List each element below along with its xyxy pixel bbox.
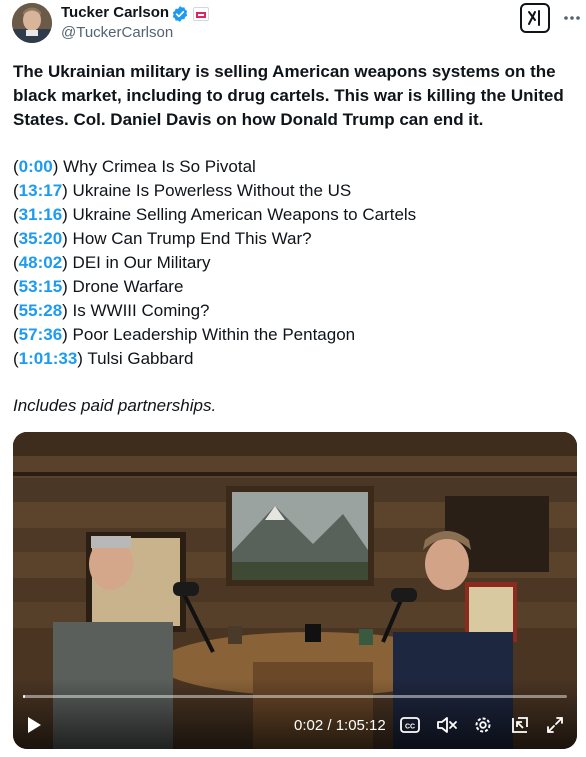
chapter-title: DEI in Our Military [72,253,211,272]
chapter-timestamp-link[interactable]: 31:16 [19,205,62,224]
chapter-title: Drone Warfare [72,277,184,296]
chapter-item: (57:36) Poor Leadership Within the Penta… [13,325,356,344]
tweet: Tucker Carlson @TuckerCarlson The Ukrain… [0,0,586,757]
mute-button[interactable] [436,714,458,736]
chapter-item: (0:00) Why Crimea Is So Pivotal [13,157,256,176]
chapter-timestamp-link[interactable]: 55:28 [19,301,62,320]
progress-fill [23,695,26,698]
chapter-item: (13:17) Ukraine Is Powerless Without the… [13,181,352,200]
pip-button[interactable] [509,714,531,736]
paid-partnership-disclosure: Includes paid partnerships. [13,396,217,415]
settings-icon [475,717,491,733]
chapter-timestamp-link[interactable]: 48:02 [19,253,62,272]
chapter-timestamp-link[interactable]: 1:01:33 [19,349,78,368]
mute-icon [437,717,457,733]
grok-icon [528,10,540,26]
chapter-timestamp-link[interactable]: 0:00 [19,157,53,176]
chapter-title: Is WWIII Coming? [72,301,210,320]
verified-badge-icon [171,5,189,23]
video-player[interactable]: 0:02 / 1:05:12 CC [13,432,577,749]
chapter-list: (0:00) Why Crimea Is So Pivotal (13:17) … [13,155,573,371]
grok-button[interactable] [520,3,550,33]
chapter-item: (53:15) Drone Warfare [13,277,184,296]
progress-bar[interactable] [23,695,567,698]
play-button[interactable] [23,714,45,736]
chapter-title: Ukraine Is Powerless Without the US [72,181,352,200]
chapter-title: Ukraine Selling American Weapons to Cart… [72,205,417,224]
play-icon [28,717,41,733]
chapter-timestamp-link[interactable]: 13:17 [19,181,62,200]
chapter-item: (31:16) Ukraine Selling American Weapons… [13,205,417,224]
svg-text:CC: CC [405,724,415,731]
chapter-title: Tulsi Gabbard [87,349,194,368]
video-time-readout: 0:02 / 1:05:12 [294,717,386,734]
chapter-timestamp-link[interactable]: 57:36 [19,325,62,344]
affiliate-badge-icon[interactable] [193,7,209,21]
chapter-timestamp-link[interactable]: 35:20 [19,229,62,248]
author-handle[interactable]: @TuckerCarlson [61,24,173,41]
more-options-icon [564,16,580,20]
chapter-title: How Can Trump End This War? [72,229,312,248]
chapter-item: (35:20) How Can Trump End This War? [13,229,312,248]
chapter-item: (55:28) Is WWIII Coming? [13,301,210,320]
settings-button[interactable] [472,714,494,736]
author-name[interactable]: Tucker Carlson [61,4,169,21]
chapter-title: Why Crimea Is So Pivotal [63,157,256,176]
chapter-timestamp-link[interactable]: 53:15 [19,277,62,296]
fullscreen-button[interactable] [544,714,566,736]
chapter-title: Poor Leadership Within the Pentagon [72,325,356,344]
avatar[interactable] [12,3,52,43]
fullscreen-icon [547,717,563,733]
more-options-button[interactable] [562,8,582,28]
post-headline: The Ukrainian military is selling Americ… [13,62,564,129]
captions-button[interactable]: CC [399,714,421,736]
chapter-item: (1:01:33) Tulsi Gabbard [13,349,194,368]
chapter-item: (48:02) DEI in Our Military [13,253,211,272]
captions-icon: CC [400,717,420,733]
pip-icon [512,717,528,733]
profile-photo [12,3,52,43]
